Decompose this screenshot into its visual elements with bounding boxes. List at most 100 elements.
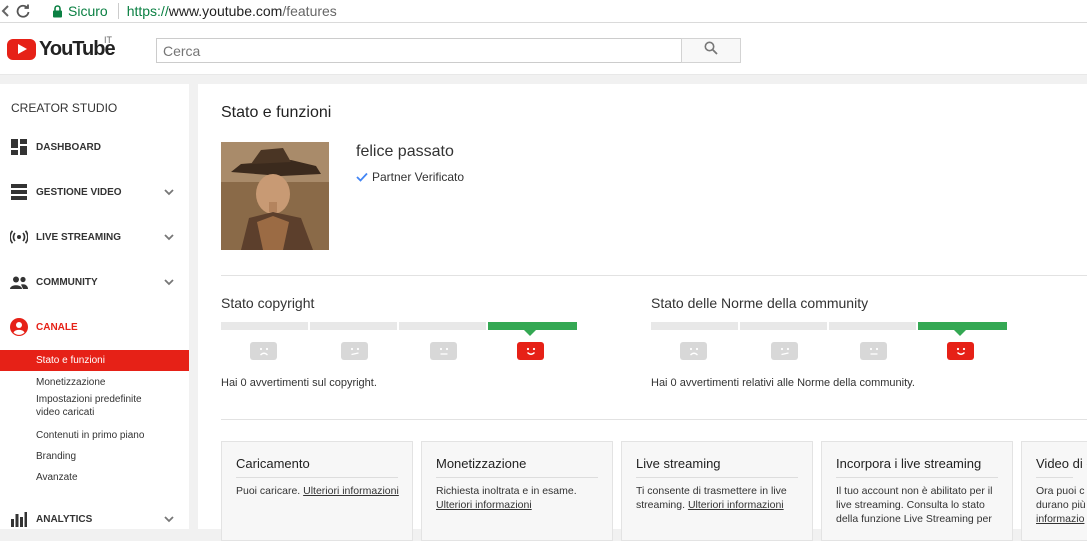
sidebar-subitem-advanced[interactable]: Avanzate bbox=[0, 471, 189, 484]
skeptical-face-icon bbox=[341, 342, 368, 360]
youtube-logo[interactable]: YouTube IT bbox=[7, 35, 116, 61]
happy-face-icon bbox=[517, 342, 544, 360]
country-code: IT bbox=[104, 35, 112, 45]
card-divider bbox=[1036, 477, 1073, 478]
sidebar-subitem-featured-content[interactable]: Contenuti in primo piano bbox=[0, 429, 189, 442]
chevron-down-icon[interactable] bbox=[163, 276, 175, 288]
skeptical-face-icon bbox=[771, 342, 798, 360]
neutral-face-icon bbox=[860, 342, 887, 360]
card-description: Ora puoi c durano più bbox=[1036, 485, 1086, 511]
community-bar-segment bbox=[829, 322, 916, 330]
url-protocol: https:// bbox=[126, 3, 169, 19]
copyright-bar-segment bbox=[310, 322, 397, 330]
sidebar-subitem-status[interactable]: Stato e funzioni bbox=[0, 350, 189, 371]
sidebar-item-label: CANALE bbox=[36, 321, 78, 333]
community-status-text: Hai 0 avvertimenti relativi alle Norme d… bbox=[651, 377, 915, 389]
channel-name: felice passato bbox=[356, 143, 454, 160]
url-host: www.youtube.com bbox=[168, 3, 283, 19]
sidebar-item-live-streaming[interactable]: LIVE STREAMING bbox=[0, 221, 189, 253]
channel-icon bbox=[10, 318, 28, 336]
chevron-down-icon[interactable] bbox=[163, 231, 175, 243]
chevron-down-icon[interactable] bbox=[163, 186, 175, 198]
browser-address-bar: Sicuro https://www.youtube.com/features bbox=[0, 0, 1087, 23]
sidebar-item-video-manager[interactable]: GESTIONE VIDEO bbox=[0, 176, 189, 208]
card-divider bbox=[836, 477, 998, 478]
dashboard-icon bbox=[10, 138, 28, 156]
copyright-bar-pointer bbox=[524, 330, 536, 336]
sidebar-item-label: COMMUNITY bbox=[36, 276, 98, 288]
sidebar-subitem-monetization[interactable]: Monetizzazione bbox=[0, 376, 189, 389]
community-bar-segment-active bbox=[918, 322, 1007, 330]
learn-more-link[interactable]: Ulteriori informazioni bbox=[303, 485, 399, 497]
learn-more-link[interactable]: informazio bbox=[1036, 513, 1084, 525]
card-text: Il tuo account non è abilitato per il li… bbox=[836, 484, 1002, 526]
copyright-bar-segment bbox=[221, 322, 308, 330]
sad-face-icon bbox=[250, 342, 277, 360]
url-path: /features bbox=[282, 3, 337, 19]
card-title: Video di c bbox=[1036, 456, 1087, 471]
copyright-bar-segment bbox=[399, 322, 486, 330]
card-text: Ti consente di trasmettere in live strea… bbox=[636, 484, 802, 512]
card-divider bbox=[236, 477, 398, 478]
community-icon bbox=[10, 273, 28, 291]
card-text: Richiesta inoltrata e in esame. Ulterior… bbox=[436, 484, 602, 512]
search-icon bbox=[704, 41, 718, 60]
search-input[interactable] bbox=[156, 38, 682, 63]
main-content: Stato e funzioni felice passato Partner … bbox=[198, 84, 1087, 541]
sidebar-item-label: GESTIONE VIDEO bbox=[36, 186, 122, 198]
sad-face-icon bbox=[680, 342, 707, 360]
youtube-play-icon bbox=[7, 39, 36, 60]
live-streaming-icon bbox=[10, 228, 28, 246]
chevron-down-icon[interactable] bbox=[163, 513, 175, 525]
card-text: Ora puoi c durano più informazio bbox=[1036, 484, 1087, 526]
community-bar-segment bbox=[740, 322, 827, 330]
feature-card-embed-live: Incorpora i live streaming Il tuo accoun… bbox=[821, 441, 1013, 541]
video-manager-icon bbox=[10, 183, 28, 201]
sidebar-item-label: ANALYTICS bbox=[36, 513, 93, 525]
back-icon[interactable] bbox=[0, 2, 10, 20]
verified-badge: Partner Verificato bbox=[356, 170, 464, 184]
secure-label: Sicuro bbox=[68, 3, 108, 19]
address-url[interactable]: https://www.youtube.com/features bbox=[127, 3, 337, 19]
card-title: Caricamento bbox=[236, 456, 310, 471]
sidebar-item-label: LIVE STREAMING bbox=[36, 231, 122, 243]
url-separator bbox=[117, 3, 119, 19]
feature-card-video: Video di c Ora puoi c durano più informa… bbox=[1021, 441, 1087, 541]
feature-card-upload: Caricamento Puoi caricare. Ulteriori inf… bbox=[221, 441, 413, 541]
checkmark-icon bbox=[356, 172, 368, 182]
card-description: Il tuo account non è abilitato per il li… bbox=[836, 485, 993, 525]
search-button[interactable] bbox=[681, 38, 741, 63]
reload-icon[interactable] bbox=[14, 2, 32, 20]
sidebar-item-label: DASHBOARD bbox=[36, 141, 101, 153]
creator-studio-sidebar: CREATOR STUDIO DASHBOARD GESTIONE VIDEO … bbox=[0, 84, 189, 529]
copyright-status-text: Hai 0 avvertimenti sul copyright. bbox=[221, 377, 377, 389]
card-title: Monetizzazione bbox=[436, 456, 527, 471]
copyright-status-title: Stato copyright bbox=[221, 295, 315, 311]
neutral-face-icon bbox=[430, 342, 457, 360]
learn-more-link[interactable]: Ulteriori informazioni bbox=[688, 499, 784, 511]
section-divider bbox=[221, 275, 1087, 276]
sidebar-subitem-upload-defaults[interactable]: Impostazioni predefinite video caricati bbox=[0, 393, 150, 419]
verified-label: Partner Verificato bbox=[372, 170, 465, 184]
sidebar-item-analytics[interactable]: ANALYTICS bbox=[0, 503, 189, 535]
card-title: Live streaming bbox=[636, 456, 721, 471]
happy-face-icon bbox=[947, 342, 974, 360]
learn-more-link[interactable]: Ulteriori informazioni bbox=[436, 499, 532, 511]
channel-avatar bbox=[221, 142, 329, 250]
community-status-title: Stato delle Norme della community bbox=[651, 295, 869, 311]
community-bar-pointer bbox=[954, 330, 966, 336]
copyright-bar-segment-active bbox=[488, 322, 577, 330]
page-title: Stato e funzioni bbox=[221, 104, 332, 121]
sidebar-item-channel[interactable]: CANALE bbox=[0, 311, 189, 343]
feature-card-live-streaming: Live streaming Ti consente di trasmetter… bbox=[621, 441, 813, 541]
analytics-icon bbox=[10, 510, 28, 528]
card-description: Richiesta inoltrata e in esame. bbox=[436, 485, 577, 497]
card-text: Puoi caricare. Ulteriori informazioni bbox=[236, 484, 402, 498]
card-description: Puoi caricare. bbox=[236, 485, 304, 497]
card-divider bbox=[436, 477, 598, 478]
sidebar-item-dashboard[interactable]: DASHBOARD bbox=[0, 131, 189, 163]
sidebar-item-community[interactable]: COMMUNITY bbox=[0, 266, 189, 298]
sidebar-subitem-branding[interactable]: Branding bbox=[0, 450, 189, 463]
section-divider bbox=[221, 419, 1087, 420]
community-bar-segment bbox=[651, 322, 738, 330]
